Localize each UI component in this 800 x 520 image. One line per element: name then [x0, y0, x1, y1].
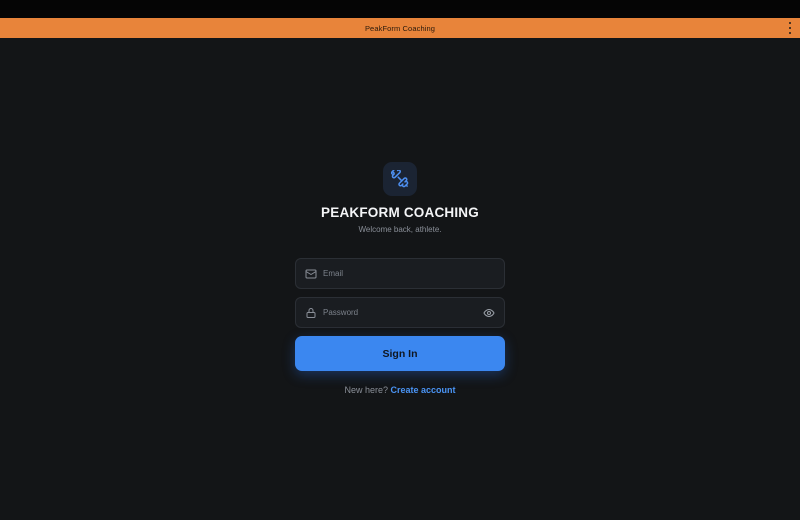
app-logo	[383, 162, 417, 196]
email-input[interactable]	[317, 259, 504, 288]
password-input[interactable]	[317, 298, 483, 327]
password-field[interactable]	[295, 297, 505, 328]
eye-icon[interactable]	[483, 307, 495, 319]
system-status-bar	[0, 0, 800, 18]
dumbbell-icon	[391, 170, 409, 188]
create-account-link[interactable]: Create account	[391, 385, 456, 395]
welcome-subtitle: Welcome back, athlete.	[358, 225, 442, 234]
sign-in-button[interactable]: Sign In	[295, 336, 505, 371]
more-vertical-icon[interactable]	[786, 22, 794, 34]
email-field[interactable]	[295, 258, 505, 289]
signup-prompt: New here? Create account	[200, 385, 600, 395]
mail-icon	[305, 268, 317, 280]
signup-prompt-text: New here?	[344, 385, 388, 395]
window-titlebar: PeakForm Coaching	[0, 18, 800, 38]
brand-title: PEAKFORM COACHING	[321, 205, 479, 220]
window-title: PeakForm Coaching	[364, 23, 436, 33]
lock-icon	[305, 307, 317, 319]
